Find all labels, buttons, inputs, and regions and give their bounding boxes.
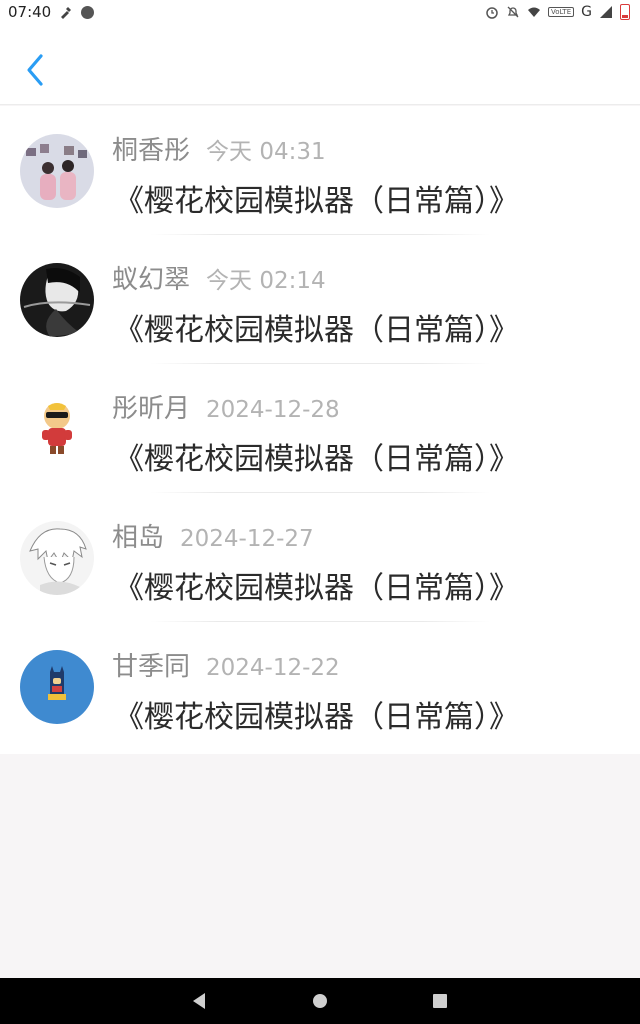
user-name: 彤昕月	[112, 394, 191, 424]
alarm-icon	[486, 7, 498, 19]
avatar[interactable]	[20, 650, 94, 724]
back-button[interactable]	[18, 50, 52, 90]
cartoon-character-avatar	[20, 392, 94, 466]
message-list: 桐香彤 今天 04:31 《樱花校园模拟器（日常篇）》 蚁幻翠 今天 02:14	[0, 106, 640, 754]
blue-hero-avatar	[20, 650, 94, 724]
message-time: 今天 04:31	[206, 139, 326, 165]
avatar[interactable]	[20, 392, 94, 466]
user-name: 桐香彤	[112, 136, 191, 166]
square-recents-icon[interactable]	[432, 992, 448, 1010]
network-type: G	[581, 4, 592, 20]
couple-photo-avatar	[20, 134, 94, 208]
mute-icon	[507, 6, 519, 18]
circle-home-icon[interactable]	[312, 992, 328, 1010]
message-time: 2024-12-22	[206, 655, 340, 681]
message-time: 2024-12-28	[206, 397, 340, 423]
signal-icon	[600, 6, 612, 18]
status-bar: 07:40 VoLTE G	[0, 0, 640, 26]
message-text: 《樱花校园模拟器（日常篇）》	[114, 184, 519, 219]
message-time: 2024-12-27	[180, 526, 314, 552]
triangle-back-icon[interactable]	[191, 992, 207, 1010]
message-text: 《樱花校园模拟器（日常篇）》	[114, 571, 519, 606]
notification-dot-icon	[81, 5, 95, 19]
wifi-icon	[527, 7, 540, 17]
message-text: 《樱花校园模拟器（日常篇）》	[114, 442, 519, 477]
dark-portrait-avatar	[20, 263, 94, 337]
avatar[interactable]	[20, 263, 94, 337]
message-text: 《樱花校园模拟器（日常篇）》	[114, 700, 519, 735]
chevron-left-icon	[27, 54, 43, 86]
user-name: 相岛	[112, 523, 165, 553]
list-item[interactable]: 蚁幻翠 今天 02:14 《樱花校园模拟器（日常篇）》	[0, 235, 640, 364]
list-item[interactable]: 甘季同 2024-12-22 《樱花校园模拟器（日常篇）》	[0, 622, 640, 751]
message-text: 《樱花校园模拟器（日常篇）》	[114, 313, 519, 348]
list-item[interactable]: 相岛 2024-12-27 《樱花校园模拟器（日常篇）》	[0, 493, 640, 622]
name-line: 彤昕月 2024-12-28	[112, 388, 340, 425]
system-nav-bar	[0, 978, 640, 1024]
list-item[interactable]: 桐香彤 今天 04:31 《樱花校园模拟器（日常篇）》	[0, 106, 640, 235]
anime-sketch-avatar	[20, 521, 94, 595]
avatar[interactable]	[20, 521, 94, 595]
name-line: 相岛 2024-12-27	[112, 517, 314, 554]
avatar[interactable]	[20, 134, 94, 208]
app-header	[0, 26, 640, 105]
name-line: 桐香彤 今天 04:31	[112, 130, 326, 167]
cleaner-icon	[61, 7, 72, 19]
list-item[interactable]: 彤昕月 2024-12-28 《樱花校园模拟器（日常篇）》	[0, 364, 640, 493]
status-right: VoLTE G	[485, 4, 630, 20]
user-name: 蚁幻翠	[112, 265, 191, 295]
battery-icon	[620, 4, 630, 20]
screen: 07:40 VoLTE G 桐香彤 今天 04:31 《樱花校园模拟器（日常篇）…	[0, 0, 640, 1024]
status-time: 07:40	[8, 3, 52, 21]
name-line: 蚁幻翠 今天 02:14	[112, 259, 326, 296]
name-line: 甘季同 2024-12-22	[112, 646, 340, 683]
user-name: 甘季同	[112, 652, 191, 682]
status-left: 07:40	[8, 3, 95, 21]
message-time: 今天 02:14	[206, 268, 326, 294]
volte-badge: VoLTE	[547, 7, 575, 17]
